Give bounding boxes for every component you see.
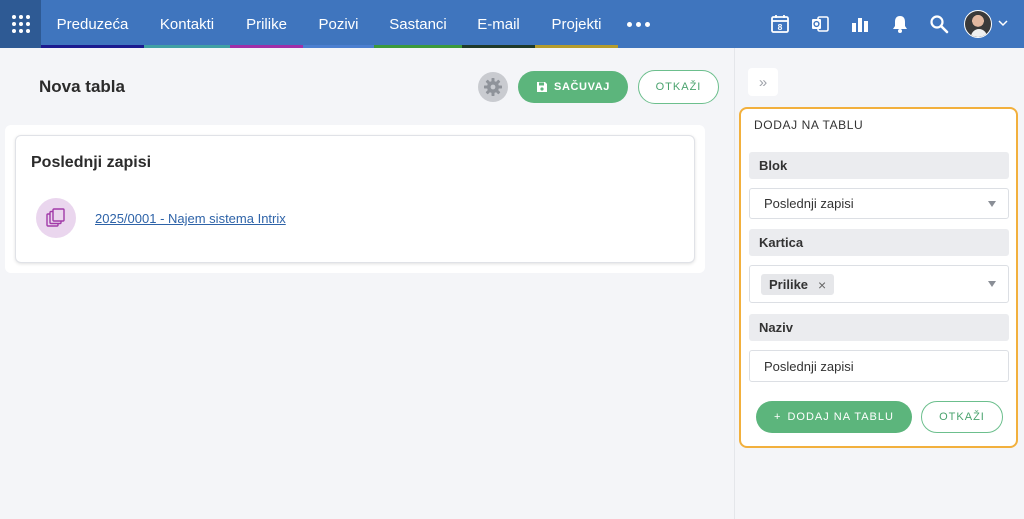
nav-color-bar: [374, 45, 462, 48]
cancel-button[interactable]: OTKAŽI: [638, 70, 719, 104]
nav-item-pozivi[interactable]: Pozivi: [303, 0, 374, 48]
nav-item-label: Prilike: [246, 15, 287, 33]
nav-item-kontakti[interactable]: Kontakti: [144, 0, 230, 48]
save-button[interactable]: SAČUVAJ: [518, 71, 628, 103]
gear-icon: [484, 78, 502, 96]
nav-item-preduzeca[interactable]: Preduzeća: [41, 0, 144, 48]
name-field-label: Naziv: [749, 314, 1009, 341]
dropdown-caret-icon: [988, 281, 996, 287]
reports-icon[interactable]: [848, 12, 872, 36]
nav-color-bar: [303, 45, 374, 48]
name-input[interactable]: Poslednji zapisi: [749, 350, 1009, 382]
more-icon[interactable]: [627, 0, 650, 48]
card-tag-label: Prilike: [769, 277, 809, 292]
bell-icon[interactable]: [888, 12, 912, 36]
name-input-value: Poslednji zapisi: [764, 358, 854, 374]
settings-button[interactable]: [478, 72, 508, 102]
dropdown-caret-icon: [988, 200, 996, 207]
card-tag: Prilike ×: [761, 274, 835, 295]
block-field-label: Blok: [749, 152, 1009, 179]
nav-item-label: Kontakti: [159, 15, 215, 33]
add-to-board-label: DODAJ NA TABLU: [787, 411, 894, 423]
nav-color-bar: [230, 45, 303, 48]
widget-title: Poslednji zapisi: [31, 154, 152, 171]
nav-item-label: Pozivi: [318, 15, 359, 33]
record-link[interactable]: 2025/0001 - Najem sistema Intrix: [95, 211, 286, 226]
panel-cancel-button[interactable]: OTKAŽI: [921, 401, 1003, 433]
block-select-value: Poslednji zapisi: [764, 196, 854, 211]
nav-color-bar: [535, 45, 618, 48]
remove-tag-icon[interactable]: ×: [818, 277, 826, 293]
calendar-icon[interactable]: 8: [768, 12, 792, 36]
card-select[interactable]: Prilike ×: [749, 265, 1009, 303]
nav-color-bar: [41, 45, 144, 48]
nav-item-email[interactable]: E-mail: [462, 0, 535, 48]
nav-color-bar: [144, 45, 230, 48]
chevron-down-icon[interactable]: [996, 16, 1010, 30]
nav-item-prilike[interactable]: Prilike: [230, 0, 303, 48]
floppy-disk-icon: [537, 82, 548, 92]
page-title: Nova tabla: [39, 77, 125, 96]
top-navigation-bar: Preduzeća Kontakti Prilike Pozivi Sastan…: [0, 0, 1024, 48]
outlook-icon[interactable]: [808, 12, 832, 36]
nav-item-label: Sastanci: [389, 15, 447, 33]
apps-grid-icon: [11, 15, 30, 33]
plus-icon: +: [774, 411, 782, 423]
block-select[interactable]: Poslednji zapisi: [749, 188, 1009, 219]
nav-item-label: Projekti: [551, 15, 602, 33]
apps-grid-button[interactable]: [0, 0, 41, 48]
search-icon[interactable]: [927, 12, 951, 36]
calendar-day: 8: [778, 22, 783, 32]
nav-item-projekti[interactable]: Projekti: [535, 0, 618, 48]
panel-cancel-label: OTKAŽI: [939, 411, 985, 423]
nav-item-label: E-mail: [477, 15, 520, 33]
opportunity-icon: [36, 198, 76, 238]
nav-color-bar: [462, 45, 535, 48]
add-to-board-button[interactable]: + DODAJ NA TABLU: [756, 401, 912, 433]
collapse-panel-icon[interactable]: »: [748, 68, 778, 96]
avatar[interactable]: [964, 10, 992, 38]
panel-title: DODAJ NA TABLU: [754, 118, 864, 132]
nav-item-sastanci[interactable]: Sastanci: [374, 0, 462, 48]
card-field-label: Kartica: [749, 229, 1009, 256]
save-button-label: SAČUVAJ: [554, 81, 610, 93]
cancel-button-label: OTKAŽI: [655, 81, 702, 93]
nav-item-label: Preduzeća: [56, 15, 129, 33]
